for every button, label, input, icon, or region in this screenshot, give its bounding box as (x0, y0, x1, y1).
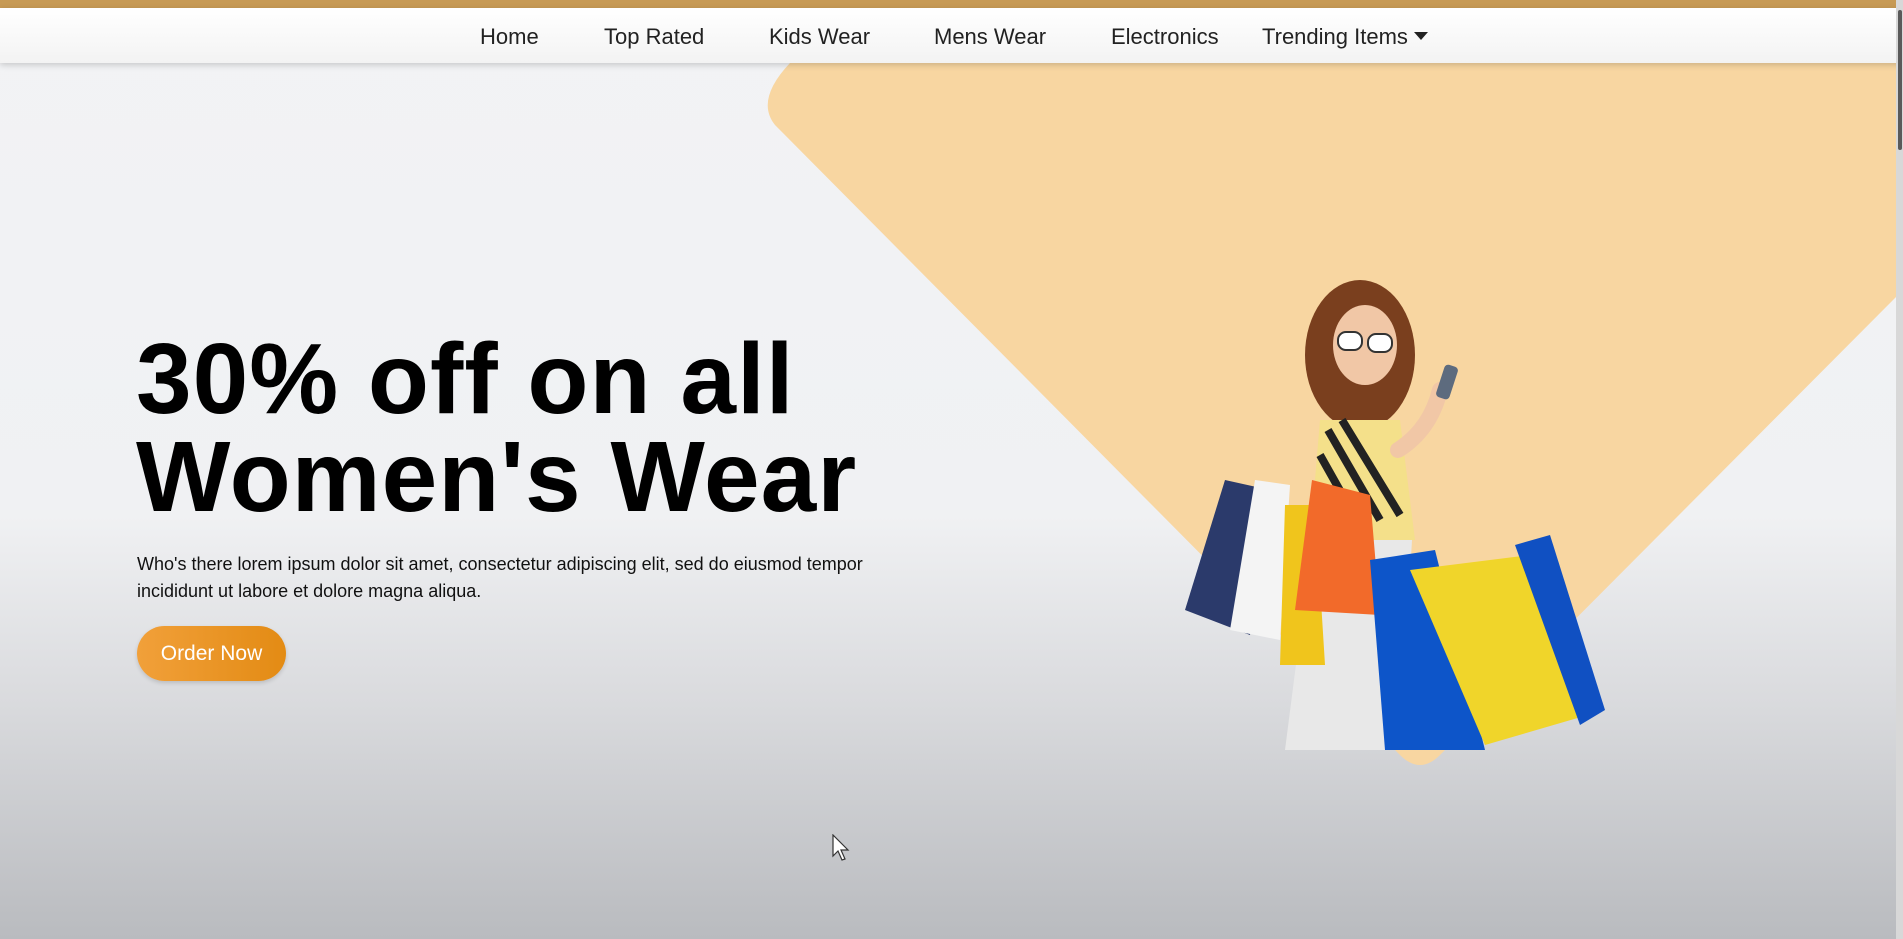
nav-item-kids-wear[interactable]: Kids Wear (769, 24, 870, 50)
hero-description: Who's there lorem ipsum dolor sit amet, … (137, 554, 863, 601)
hero-headline: 30% off on all Women's Wear (136, 323, 858, 533)
hero-model-image (1080, 280, 1620, 760)
hero-headline-line2: Women's Wear (136, 421, 858, 533)
nav-item-trending-items[interactable]: Trending Items (1262, 24, 1428, 50)
nav-item-top-rated[interactable]: Top Rated (604, 24, 704, 50)
page-scrollbar[interactable] (1896, 0, 1903, 939)
nav-item-mens-wear[interactable]: Mens Wear (934, 24, 1046, 50)
nav-item-home[interactable]: Home (480, 24, 539, 50)
main-navbar: Home Top Rated Kids Wear Mens Wear Elect… (0, 8, 1903, 63)
scrollbar-thumb[interactable] (1898, 10, 1902, 150)
caret-down-icon (1413, 32, 1428, 40)
nav-item-electronics[interactable]: Electronics (1111, 24, 1219, 50)
mouse-cursor-icon (832, 834, 850, 861)
hero-headline-line1: 30% off on all (136, 323, 795, 435)
order-now-button[interactable]: Order Now (137, 626, 286, 681)
nav-item-trending-label: Trending Items (1262, 24, 1408, 49)
